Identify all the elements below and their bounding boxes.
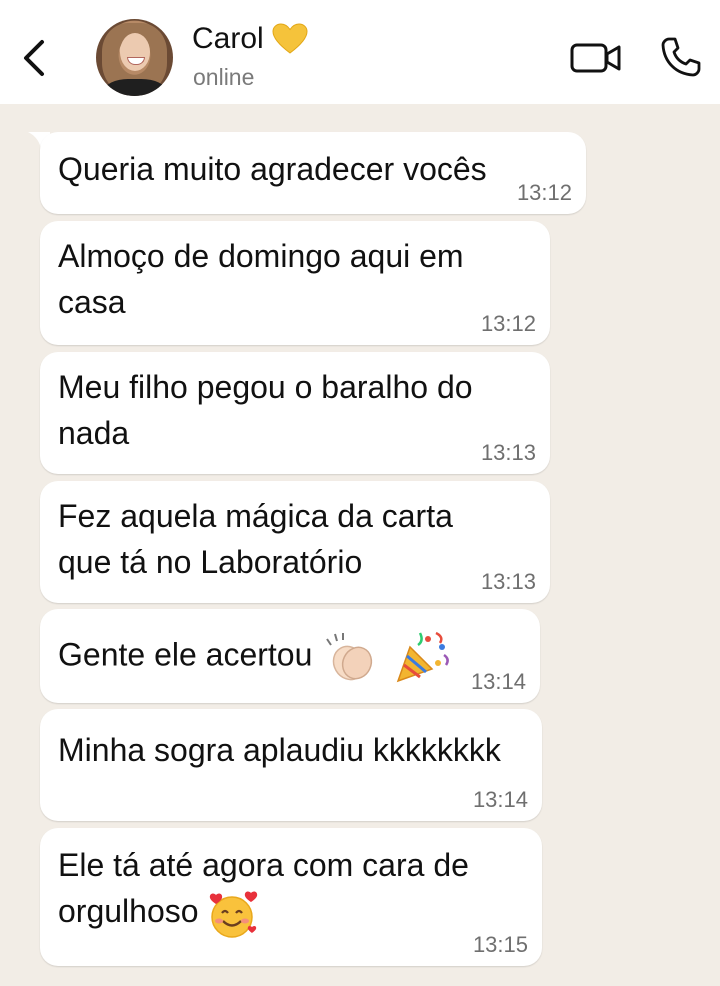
chat-header: Carol online bbox=[0, 0, 720, 104]
video-call-icon[interactable] bbox=[570, 40, 622, 76]
smiling-face-with-hearts-icon bbox=[210, 891, 258, 938]
message-time: 13:14 bbox=[472, 787, 528, 812]
contact-status: online bbox=[193, 64, 255, 90]
message-text: Queria muito agradecer vocês bbox=[58, 151, 487, 187]
message-time: 13:14 bbox=[470, 669, 526, 694]
message-bubble[interactable]: Fez aquela mágica da carta que tá no Lab… bbox=[40, 481, 550, 603]
message-bubble[interactable]: Ele tá até agora com cara de orgulhoso 1… bbox=[40, 828, 542, 966]
message-text: Fez aquela mágica da carta bbox=[58, 498, 453, 534]
message-time: 13:12 bbox=[480, 311, 536, 336]
message-bubble[interactable]: Almoço de domingo aqui em casa 13:12 bbox=[40, 221, 550, 345]
message-time: 13:13 bbox=[480, 440, 536, 465]
clapping-hands-icon bbox=[326, 633, 373, 681]
contact-name-row[interactable]: Carol bbox=[192, 22, 308, 56]
message-bubble[interactable]: Meu filho pegou o baralho do nada 13:13 bbox=[40, 352, 550, 474]
message-text: Almoço de domingo aqui em bbox=[58, 238, 464, 274]
message-text: Ele tá até agora com cara de bbox=[58, 847, 469, 883]
phone-call-icon[interactable] bbox=[660, 36, 702, 78]
message-list[interactable]: Queria muito agradecer vocês 13:12 Almoç… bbox=[0, 104, 720, 986]
contact-avatar[interactable] bbox=[96, 19, 173, 96]
message-text-line2: orgulhoso bbox=[58, 893, 199, 929]
message-text: Gente ele acertou bbox=[58, 636, 313, 673]
party-popper-icon bbox=[396, 631, 450, 683]
message-time: 13:13 bbox=[480, 569, 536, 594]
message-bubble[interactable]: Minha sogra aplaudiu kkkkkkkk 13:14 bbox=[40, 709, 542, 821]
contact-name: Carol bbox=[192, 22, 264, 55]
message-bubble[interactable]: Queria muito agradecer vocês 13:12 bbox=[40, 132, 586, 214]
message-text: Minha sogra aplaudiu kkkkkkkk bbox=[58, 732, 501, 768]
message-text: Meu filho pegou o baralho do bbox=[58, 369, 473, 405]
message-bubble[interactable]: Gente ele acertou 13:14 bbox=[40, 609, 540, 703]
yellow-heart-icon bbox=[272, 23, 308, 54]
message-text-line2: casa bbox=[58, 284, 126, 320]
back-arrow-icon[interactable] bbox=[18, 36, 50, 80]
message-time: 13:12 bbox=[516, 180, 572, 205]
message-text-line2: nada bbox=[58, 415, 130, 451]
message-time: 13:15 bbox=[472, 932, 528, 957]
message-text-line2: que tá no Laboratório bbox=[58, 544, 363, 580]
